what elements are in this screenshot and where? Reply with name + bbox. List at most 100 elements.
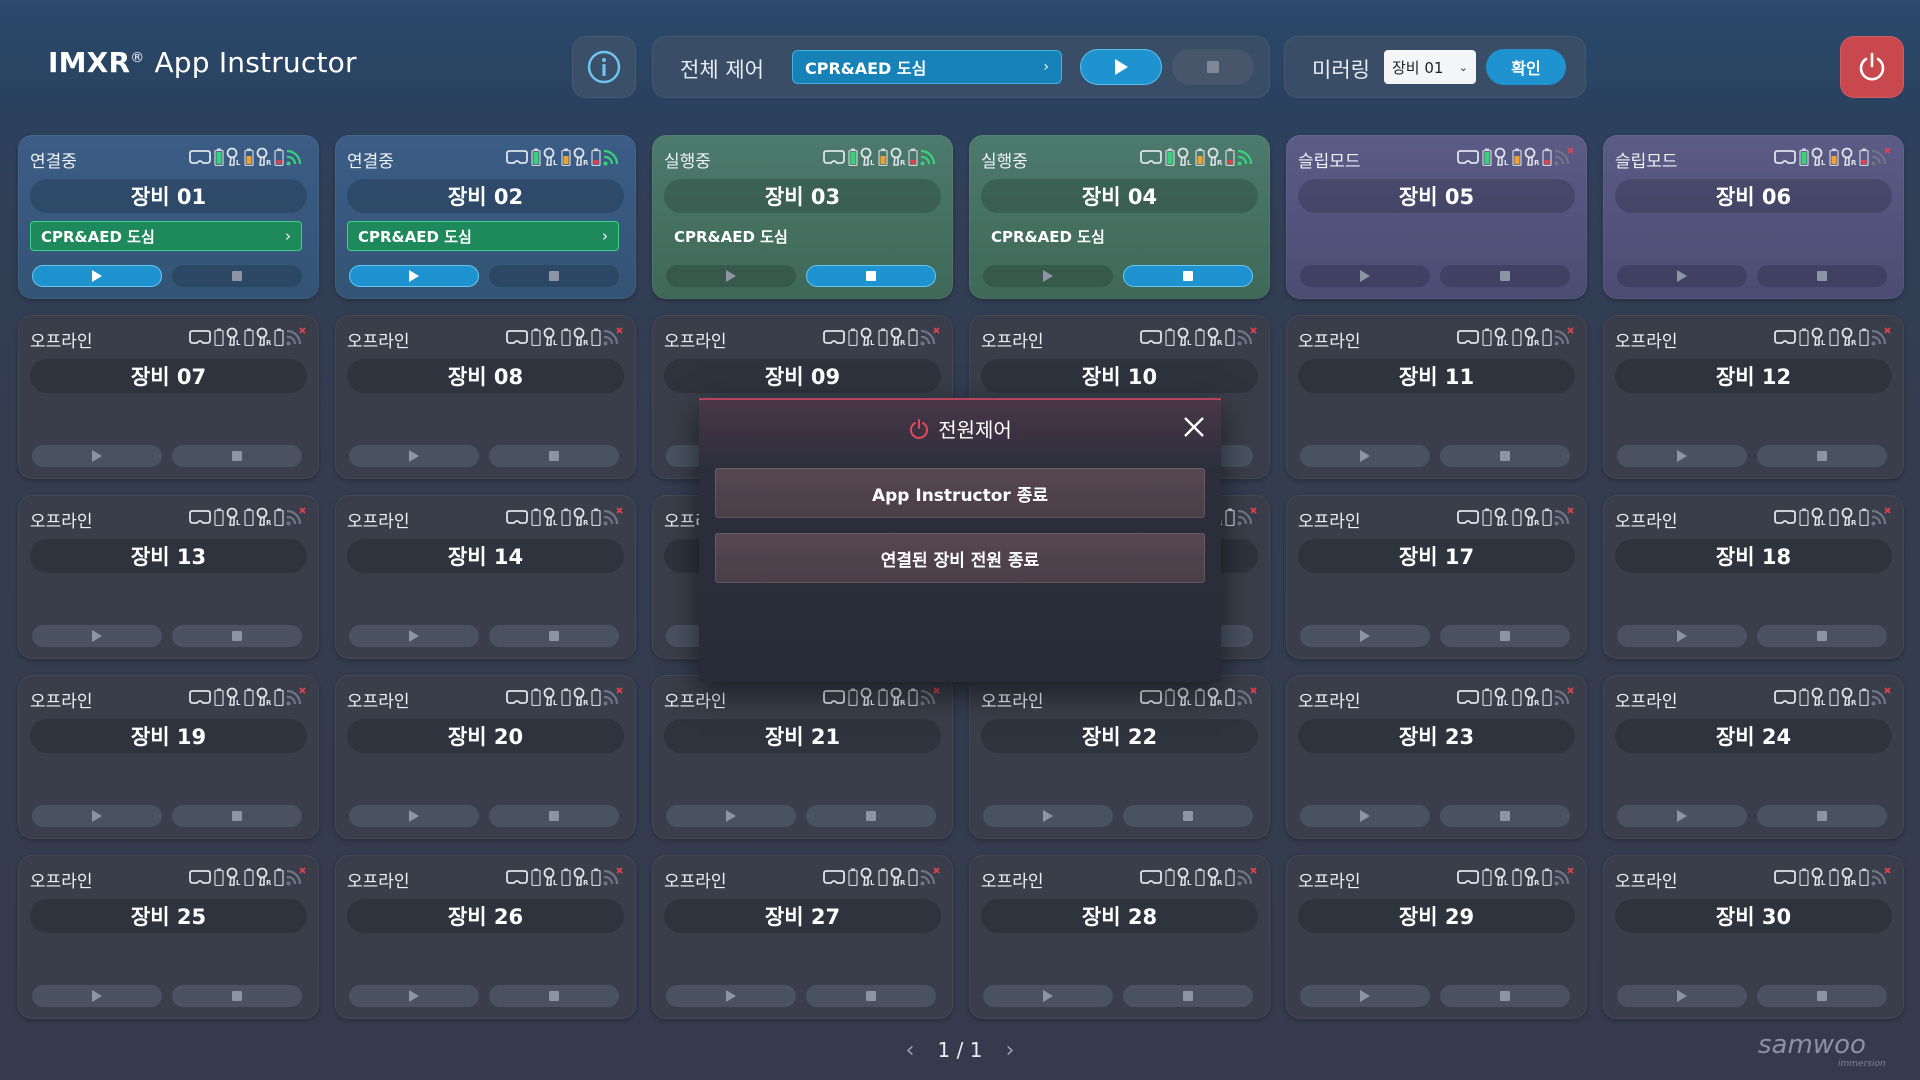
power-off-devices-button[interactable]: 연결된 장비 전원 종료 [715,533,1205,583]
device-card[interactable]: 오프라인 L R 장비 18 [1603,495,1904,659]
device-play-button[interactable] [1300,445,1430,467]
device-play-button[interactable] [1617,625,1747,647]
device-play-button[interactable] [349,805,479,827]
device-play-button[interactable] [1300,625,1430,647]
device-stop-button[interactable] [1440,625,1570,647]
device-card[interactable]: 오프라인 L R 장비 26 [335,855,636,1019]
device-play-button[interactable] [32,445,162,467]
device-card[interactable]: 오프라인 L R 장비 27 [652,855,953,1019]
device-play-button[interactable] [1617,985,1747,1007]
play-icon [1677,270,1687,282]
prev-page-button[interactable]: ‹ [900,1038,920,1063]
device-card[interactable]: 오프라인 L R 장비 14 [335,495,636,659]
device-name: 장비 07 [30,359,307,393]
device-play-button[interactable] [1300,985,1430,1007]
device-stop-button[interactable] [172,805,302,827]
device-card[interactable]: 오프라인 L R 장비 24 [1603,675,1904,839]
device-stop-button[interactable] [172,445,302,467]
device-card[interactable]: 오프라인 L R 장비 25 [18,855,319,1019]
device-card[interactable]: 슬립모드 L R 장비 06 [1603,135,1904,299]
device-stop-button[interactable] [489,985,619,1007]
device-play-button[interactable] [32,985,162,1007]
device-stop-button[interactable] [806,805,936,827]
power-button[interactable] [1840,36,1904,98]
device-play-button[interactable] [1617,805,1747,827]
device-card[interactable]: 오프라인 L R 장비 22 [969,675,1270,839]
device-stop-button[interactable] [1440,445,1570,467]
device-card[interactable]: 오프라인 L R 장비 29 [1286,855,1587,1019]
play-all-button[interactable] [1080,49,1162,85]
device-card[interactable]: 오프라인 L R 장비 11 [1286,315,1587,479]
close-button[interactable] [1179,412,1209,442]
exit-app-button[interactable]: App Instructor 종료 [715,468,1205,518]
device-card[interactable]: 연결중 L R 장비 02 CPR&AED 도심 › [335,135,636,299]
device-play-button[interactable] [349,265,479,287]
device-play-button[interactable] [666,265,796,287]
device-status-icons: LR [1138,686,1258,708]
device-stop-button[interactable] [489,445,619,467]
device-stop-button[interactable] [489,265,619,287]
device-play-button[interactable] [1300,265,1430,287]
device-stop-button[interactable] [1123,985,1253,1007]
device-play-button[interactable] [983,265,1113,287]
device-play-button[interactable] [32,805,162,827]
device-play-button[interactable] [349,625,479,647]
device-play-button[interactable] [983,805,1113,827]
device-card[interactable]: 오프라인 L R 장비 07 [18,315,319,479]
device-name: 장비 06 [1615,179,1892,213]
device-stop-button[interactable] [1440,985,1570,1007]
device-stop-button[interactable] [489,805,619,827]
device-stop-button[interactable] [806,265,936,287]
device-card[interactable]: 오프라인 L R 장비 12 [1603,315,1904,479]
device-stop-button[interactable] [1123,805,1253,827]
device-card[interactable]: 오프라인 L R 장비 23 [1286,675,1587,839]
device-play-button[interactable] [32,265,162,287]
device-play-button[interactable] [1617,265,1747,287]
next-page-button[interactable]: › [1000,1038,1020,1063]
device-stop-button[interactable] [172,625,302,647]
device-content-select[interactable]: CPR&AED 도심 › [30,221,302,251]
confirm-button[interactable]: 확인 [1486,49,1566,85]
device-stop-button[interactable] [1757,265,1887,287]
device-card[interactable]: 실행중 L R 장비 03 CPR&AED 도심 [652,135,953,299]
headset-icon [1457,150,1479,164]
device-card[interactable]: 실행중 L R 장비 04 CPR&AED 도심 [969,135,1270,299]
device-stop-button[interactable] [1757,985,1887,1007]
battery-icon [591,328,601,346]
device-stop-button[interactable] [1757,625,1887,647]
info-button[interactable] [572,36,636,98]
device-card[interactable]: 연결중 L R 장비 01 CPR&AED 도심 › [18,135,319,299]
device-stop-button[interactable] [172,265,302,287]
device-play-button[interactable] [1617,445,1747,467]
mirror-device-select[interactable]: 장비 01 ⌄ [1384,50,1476,84]
device-stop-button[interactable] [806,985,936,1007]
device-card[interactable]: 오프라인 L R 장비 13 [18,495,319,659]
device-stop-button[interactable] [172,985,302,1007]
device-stop-button[interactable] [1757,445,1887,467]
device-play-button[interactable] [1300,805,1430,827]
device-card[interactable]: 슬립모드 L R 장비 05 [1286,135,1587,299]
stop-all-button[interactable] [1172,49,1254,85]
device-play-button[interactable] [349,445,479,467]
device-stop-button[interactable] [1440,805,1570,827]
device-play-button[interactable] [32,625,162,647]
device-play-button[interactable] [983,985,1113,1007]
device-card[interactable]: 오프라인 L R 장비 19 [18,675,319,839]
content-select[interactable]: CPR&AED 도심 › [792,50,1062,84]
device-play-button[interactable] [666,805,796,827]
device-stop-button[interactable] [489,625,619,647]
device-stop-button[interactable] [1440,265,1570,287]
device-card[interactable]: 오프라인 L R 장비 20 [335,675,636,839]
device-content-select[interactable]: CPR&AED 도심 › [347,221,619,251]
device-card[interactable]: 오프라인 L R 장비 28 [969,855,1270,1019]
battery-icon [1542,328,1552,346]
battery-icon [1165,148,1175,166]
device-card[interactable]: 오프라인 L R 장비 17 [1286,495,1587,659]
device-stop-button[interactable] [1757,805,1887,827]
device-play-button[interactable] [666,985,796,1007]
device-card[interactable]: 오프라인 L R 장비 21 [652,675,953,839]
device-play-button[interactable] [349,985,479,1007]
device-stop-button[interactable] [1123,265,1253,287]
device-card[interactable]: 오프라인 L R 장비 08 [335,315,636,479]
device-card[interactable]: 오프라인 L R 장비 30 [1603,855,1904,1019]
